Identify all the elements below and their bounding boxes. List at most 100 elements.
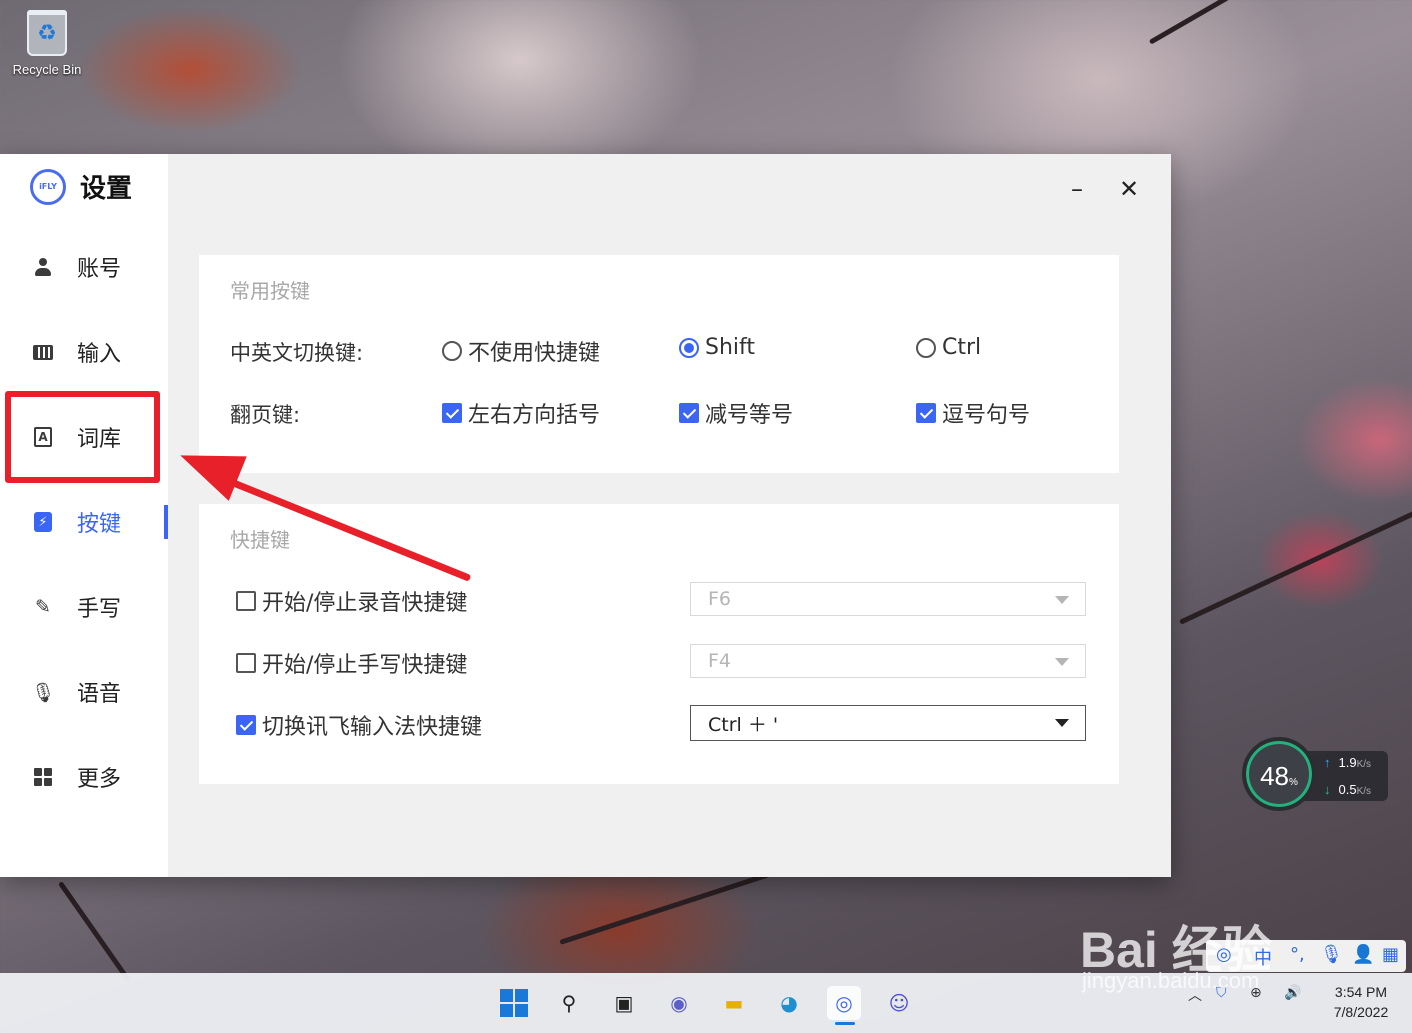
switch-option-none[interactable]: 不使用快捷键 — [442, 335, 600, 367]
clock-time: 3:54 PM — [1334, 984, 1388, 1000]
annotation-highlight-box — [5, 391, 160, 483]
chat-icon[interactable]: ◉ — [662, 986, 696, 1020]
page-option-minus-equal[interactable]: 减号等号 — [679, 397, 793, 429]
system-clock[interactable]: 3:54 PM 7/8/2022 — [1316, 982, 1406, 1022]
shortcut-handwriting-select[interactable]: F4 — [690, 644, 1086, 678]
checkbox[interactable] — [236, 715, 256, 735]
option-label: 逗号句号 — [942, 403, 1031, 428]
panel-title: 常用按键 — [230, 279, 310, 303]
option-label: 切换讯飞输入法快捷键 — [262, 715, 483, 740]
clock-date: 7/8/2022 — [1333, 1004, 1389, 1020]
pen-icon: ✎ — [35, 596, 51, 618]
sidebar-item-handwriting[interactable]: ✎ 手写 — [0, 582, 168, 632]
select-value: F4 — [708, 650, 732, 672]
windows-logo-icon — [500, 989, 528, 1017]
sidebar-item-label: 手写 — [77, 597, 122, 622]
ifly-taskbar-icon[interactable]: ◎ — [827, 986, 861, 1020]
switch-key-label: 中英文切换键: — [230, 341, 364, 365]
sidebar-item-voice[interactable]: 🎙 语音 — [0, 667, 168, 717]
chevron-down-icon — [1055, 596, 1069, 604]
user-icon[interactable]: 👤 — [1352, 944, 1374, 965]
usage-percent: 48% — [1260, 761, 1298, 791]
background-branch — [1178, 510, 1412, 625]
microphone-icon[interactable]: 🎙 — [1320, 944, 1343, 965]
recycle-bin-icon — [27, 10, 67, 56]
option-label: 不使用快捷键 — [468, 341, 601, 366]
download-speed: ↓ 0.5K/s — [1324, 782, 1372, 797]
switch-option-ctrl[interactable]: Ctrl — [916, 335, 981, 360]
edge-browser-icon[interactable]: ◕ — [772, 986, 806, 1020]
radio-button[interactable] — [442, 341, 462, 361]
upload-arrow-icon: ↑ — [1324, 755, 1331, 770]
sidebar-item-label: 账号 — [77, 257, 122, 282]
punctuation-icon[interactable]: °, — [1290, 944, 1305, 965]
option-label: Shift — [705, 335, 756, 360]
window-title: 设置 — [80, 174, 133, 204]
option-label: 开始/停止手写快捷键 — [262, 653, 468, 678]
network-speed-widget[interactable]: 48% ↑ 1.9K/s ↓ 0.5K/s — [1242, 737, 1388, 813]
checkbox[interactable] — [679, 403, 699, 423]
search-icon[interactable]: ⚲ — [552, 986, 586, 1020]
grid-icon — [32, 766, 54, 788]
checkbox[interactable] — [236, 591, 256, 611]
radio-button[interactable] — [916, 337, 936, 358]
shortcuts-panel: 快捷键 开始/停止录音快捷键 F6 开始/停止手写快捷键 F4 切换讯飞输入法快… — [199, 504, 1119, 784]
page-option-comma-period[interactable]: 逗号句号 — [916, 397, 1030, 429]
upload-speed: ↑ 1.9K/s — [1324, 755, 1372, 770]
sidebar-item-input[interactable]: 输入 — [0, 327, 168, 377]
volume-icon[interactable]: 🔊 — [1284, 985, 1301, 1001]
page-option-brackets[interactable]: 左右方向括号 — [442, 397, 600, 429]
checkbox[interactable] — [442, 403, 462, 423]
common-keys-panel: 常用按键 中英文切换键: 不使用快捷键 Shift Ctrl 翻页键: 左右方向… — [199, 255, 1119, 473]
file-explorer-icon[interactable]: ▬ — [717, 986, 751, 1020]
keyboard-icon — [32, 341, 54, 363]
ifly-logo-icon[interactable]: ◎ — [1216, 944, 1232, 965]
active-indicator — [164, 505, 168, 539]
sidebar-item-label: 更多 — [77, 767, 122, 792]
background-branch — [1148, 0, 1412, 45]
start-button[interactable] — [497, 986, 531, 1020]
robot-app-icon[interactable]: ☺ — [882, 986, 916, 1020]
sidebar-item-label: 输入 — [77, 342, 122, 367]
switch-option-shift[interactable]: Shift — [679, 335, 755, 360]
settings-sidebar: iFLY 设置 账号 输入 A 词库 ⚡ 按键 ✎ 手写 🎙 语音 更多 — [0, 154, 168, 877]
ifly-logo-icon: iFLY — [30, 168, 66, 205]
shortcut-switch-ime-select[interactable]: Ctrl ＋ ' — [690, 705, 1086, 741]
option-label: 左右方向括号 — [468, 403, 601, 428]
option-label: 开始/停止录音快捷键 — [262, 591, 468, 616]
select-value: Ctrl ＋ ' — [708, 713, 779, 736]
usage-gauge: 48% — [1242, 737, 1316, 811]
key-icon: ⚡ — [32, 511, 54, 533]
sidebar-item-more[interactable]: 更多 — [0, 752, 168, 802]
panel-title: 快捷键 — [230, 528, 290, 552]
radio-button[interactable] — [679, 337, 699, 358]
close-button[interactable]: ✕ — [1116, 175, 1142, 203]
minimize-button[interactable]: – — [1064, 175, 1090, 203]
checkbox[interactable] — [916, 403, 936, 423]
shortcut-record-toggle[interactable]: 开始/停止录音快捷键 — [236, 585, 467, 617]
checkbox[interactable] — [236, 653, 256, 673]
grid-icon[interactable]: ▦ — [1382, 944, 1399, 965]
option-label: 减号等号 — [705, 403, 794, 428]
shortcut-record-select[interactable]: F6 — [690, 582, 1086, 616]
ime-language-indicator[interactable]: 中 — [1254, 944, 1272, 970]
sidebar-item-label: 语音 — [77, 682, 122, 707]
download-arrow-icon: ↓ — [1324, 782, 1331, 797]
sidebar-item-account[interactable]: 账号 — [0, 242, 168, 292]
window-brand: iFLY 设置 — [30, 168, 132, 205]
settings-window: iFLY 设置 账号 输入 A 词库 ⚡ 按键 ✎ 手写 🎙 语音 更多 – ✕… — [0, 154, 1171, 877]
recycle-bin-desktop-icon[interactable]: Recycle Bin — [6, 10, 88, 77]
shortcut-handwriting-toggle[interactable]: 开始/停止手写快捷键 — [236, 647, 467, 679]
person-icon — [32, 256, 54, 278]
background-branch — [57, 881, 131, 983]
microphone-icon: 🎙 — [30, 681, 56, 704]
sidebar-item-keys[interactable]: ⚡ 按键 — [0, 497, 168, 547]
chevron-down-icon — [1055, 658, 1069, 666]
option-label: Ctrl — [942, 335, 982, 360]
task-view-icon[interactable]: ▣ — [607, 986, 641, 1020]
background-branch — [559, 872, 771, 945]
recycle-bin-label: Recycle Bin — [12, 62, 82, 77]
shortcut-switch-ime-toggle[interactable]: 切换讯飞输入法快捷键 — [236, 709, 482, 741]
baidu-watermark-url: jingyan.baidu.com — [1082, 968, 1260, 993]
page-key-label: 翻页键: — [230, 403, 301, 427]
